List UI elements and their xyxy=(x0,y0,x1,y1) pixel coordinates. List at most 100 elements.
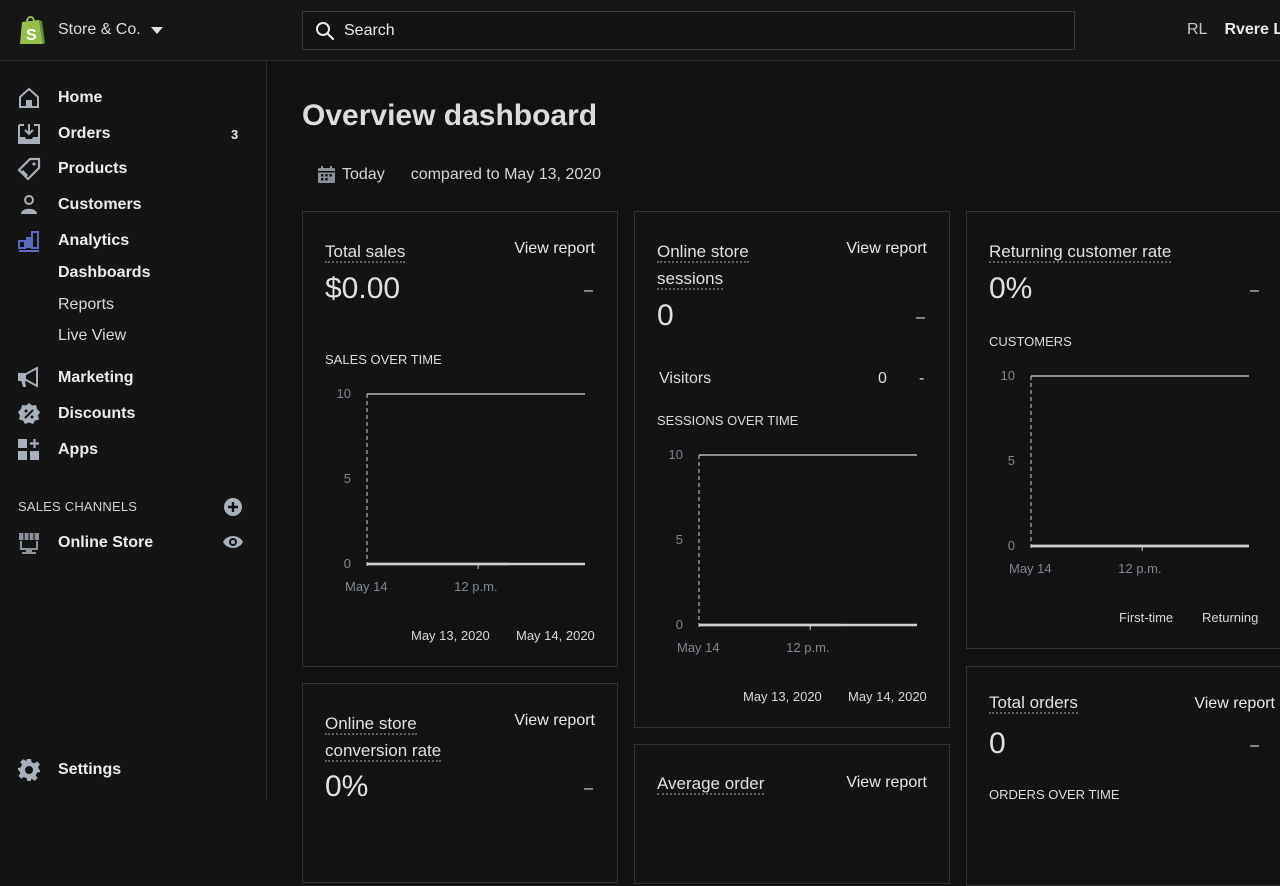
metric-value: 0 xyxy=(989,727,1006,760)
card-title[interactable]: Online store conversion rate xyxy=(325,710,442,764)
y-tick-label: 5 xyxy=(676,532,683,547)
sidebar-item-label: Online Store xyxy=(58,534,154,551)
store-name: Store & Co. xyxy=(58,21,141,38)
view-report-link[interactable]: View report xyxy=(1194,695,1275,713)
sidebar-item-settings[interactable]: Settings xyxy=(0,753,266,787)
y-tick-label: 10 xyxy=(337,386,351,401)
online-store-sessions-card: Online store sessions View report 0 – Vis… xyxy=(634,211,950,728)
total-sales-card: Total sales View report $0.00 – SALES OV… xyxy=(302,211,618,667)
y-tick-label: 0 xyxy=(344,556,351,571)
analytics-icon xyxy=(18,231,39,252)
x-tick-label: May 14 xyxy=(677,640,720,655)
megaphone-icon xyxy=(18,366,38,388)
visitors-label: Visitors xyxy=(659,370,712,387)
user-name: Rvere La xyxy=(1224,21,1280,38)
view-report-link[interactable]: View report xyxy=(514,240,595,258)
svg-text:S: S xyxy=(26,27,37,44)
card-title[interactable]: Average order xyxy=(657,770,765,797)
customers-chart: 0 5 10 May 14 12 p.m. xyxy=(1001,368,1249,576)
sidebar-item-discounts[interactable]: Discounts xyxy=(0,397,266,431)
sidebar-subitem-live-view[interactable]: Live View xyxy=(58,327,126,345)
sidebar-item-home[interactable]: Home xyxy=(0,81,266,115)
legend-item: May 13, 2020 xyxy=(411,628,490,643)
x-tick-label: 12 p.m. xyxy=(786,640,829,655)
comparison-label: compared to May 13, 2020 xyxy=(410,165,602,183)
calendar-icon xyxy=(318,166,335,183)
x-tick-label: 12 p.m. xyxy=(1118,561,1161,576)
sidebar-item-label: Apps xyxy=(58,441,98,458)
chart-label: CUSTOMERS xyxy=(989,334,1072,349)
card-title[interactable]: Total sales xyxy=(325,238,406,265)
apps-icon xyxy=(18,439,39,460)
chevron-down-icon xyxy=(150,26,163,34)
user-menu[interactable]: RL Rvere La xyxy=(1187,21,1280,39)
add-sales-channel-icon[interactable] xyxy=(223,497,243,517)
view-report-link[interactable]: View report xyxy=(514,712,595,730)
search-input[interactable] xyxy=(344,21,944,40)
card-title[interactable]: Returning customer rate xyxy=(989,238,1172,265)
sidebar-item-marketing[interactable]: Marketing xyxy=(0,361,266,395)
date-range-label: Today xyxy=(342,165,385,183)
shopify-logo-icon: S xyxy=(20,16,45,44)
y-tick-label: 5 xyxy=(344,471,351,486)
chart-label: SESSIONS OVER TIME xyxy=(657,413,799,428)
page-title: Overview dashboard xyxy=(302,99,598,132)
metric-value: 0 xyxy=(657,299,674,332)
sidebar-item-label: Home xyxy=(58,89,103,106)
home-icon xyxy=(19,87,39,108)
y-tick-label: 0 xyxy=(676,617,683,632)
main-content: Overview dashboard Today compared to May… xyxy=(267,61,1280,886)
sidebar-item-orders[interactable]: Orders 3 xyxy=(0,117,266,151)
sidebar-item-apps[interactable]: Apps xyxy=(0,433,266,467)
search-bar[interactable] xyxy=(302,11,1075,50)
legend-item: May 14, 2020 xyxy=(516,628,595,643)
legend-item: Returning xyxy=(1202,610,1259,625)
sidebar-item-products[interactable]: Products xyxy=(0,152,266,186)
sidebar-subitem-reports[interactable]: Reports xyxy=(58,296,114,314)
sidebar-item-label: Marketing xyxy=(58,369,134,386)
metric-value: 0% xyxy=(325,770,369,803)
y-tick-label: 10 xyxy=(1001,368,1015,383)
view-report-link[interactable]: View report xyxy=(846,774,927,792)
sidebar-item-label: Orders xyxy=(58,125,111,142)
gear-icon xyxy=(18,759,40,781)
sidebar-item-customers[interactable]: Customers xyxy=(0,188,266,222)
metric-change: – xyxy=(1250,737,1259,754)
sales-channels-heading: SALES CHANNELS xyxy=(18,499,138,514)
store-icon xyxy=(19,533,39,554)
sidebar-item-label: Settings xyxy=(58,761,122,778)
orders-icon xyxy=(18,124,40,144)
y-tick-label: 10 xyxy=(669,447,683,462)
x-tick-label: 12 p.m. xyxy=(454,579,497,594)
top-bar: S Store & Co. RL Rvere La xyxy=(0,0,1280,61)
x-tick-label: May 14 xyxy=(1009,561,1052,576)
view-report-link[interactable]: View report xyxy=(846,240,927,258)
date-range-picker[interactable]: Today compared to May 13, 2020 xyxy=(317,165,601,184)
sidebar-subitem-dashboards[interactable]: Dashboards xyxy=(58,264,150,282)
card-title[interactable]: Total orders xyxy=(989,689,1078,716)
total-orders-card: Total orders View report 0 – ORDERS OVER… xyxy=(966,666,1280,886)
sidebar-item-analytics[interactable]: Analytics xyxy=(0,224,266,258)
store-switcher[interactable]: S Store & Co. xyxy=(17,14,163,46)
returning-customer-rate-card: Returning customer rate 0% – CUSTOMERS 0… xyxy=(966,211,1280,649)
legend-item: May 14, 2020 xyxy=(848,689,927,704)
visitors-value: 0 xyxy=(878,370,887,387)
sidebar: Home Orders 3 Products Customers Analyti… xyxy=(0,61,267,800)
online-store-conversion-rate-card: Online store conversion rate View report … xyxy=(302,683,618,883)
discount-icon xyxy=(18,403,40,424)
metric-change: – xyxy=(584,780,593,797)
visitors-change: - xyxy=(919,370,925,387)
legend-item: May 13, 2020 xyxy=(743,689,822,704)
person-icon xyxy=(21,195,37,214)
legend-item: First-time xyxy=(1119,610,1174,625)
sidebar-item-label: Customers xyxy=(58,196,142,213)
card-title[interactable]: Online store sessions xyxy=(657,238,749,292)
metric-value: 0% xyxy=(989,272,1033,305)
sidebar-item-label: Analytics xyxy=(58,232,130,249)
search-icon xyxy=(316,21,335,40)
chart-label: SALES OVER TIME xyxy=(325,352,442,367)
metric-change: – xyxy=(916,309,925,326)
metric-value: $0.00 xyxy=(325,272,401,305)
metric-change: – xyxy=(584,282,593,299)
view-store-eye-icon[interactable] xyxy=(222,533,244,551)
